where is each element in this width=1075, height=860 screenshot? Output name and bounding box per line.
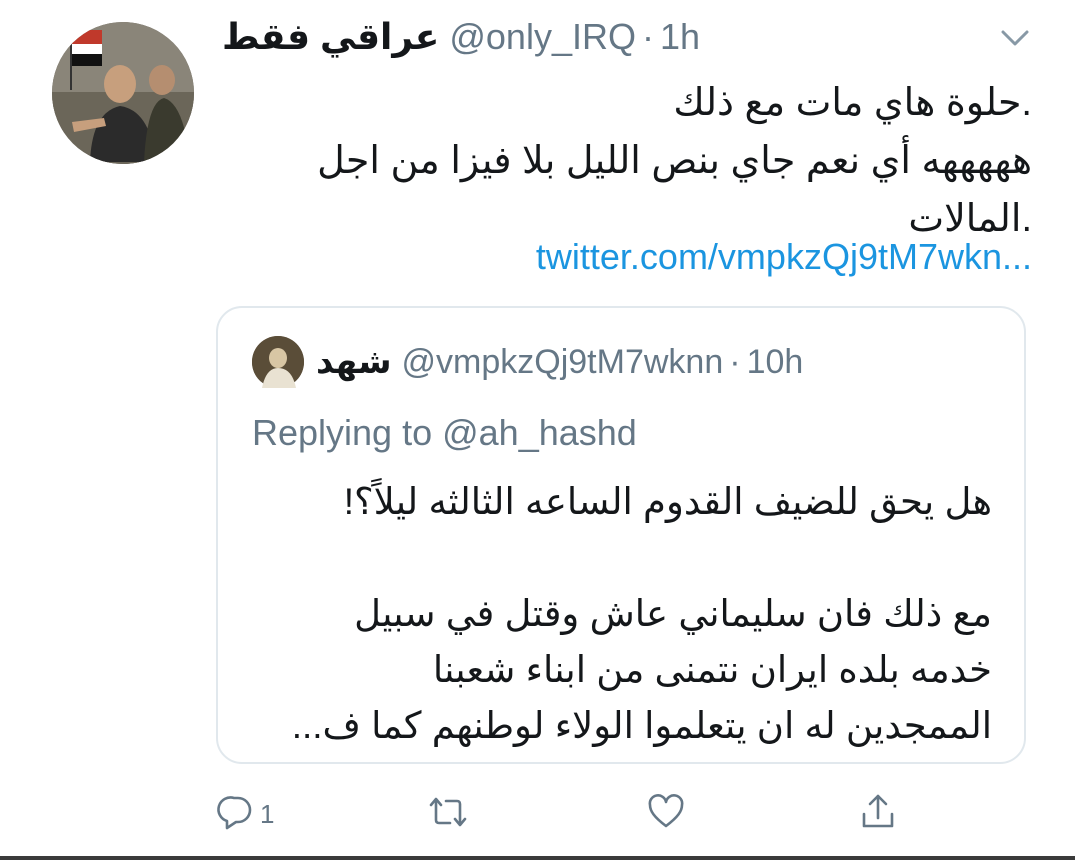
share-button[interactable] [858,786,898,842]
quoted-text-line: مع ذلك فان سليماني عاش وقتل في سبيل [354,593,992,634]
reply-button[interactable]: 1 [216,786,274,842]
separator-dot: · [641,16,654,57]
quoted-author-handle[interactable]: @vmpkzQj9tM7wknn [402,343,724,382]
like-button[interactable] [646,786,686,842]
tweet-timestamp[interactable]: 1h [660,16,700,58]
quoted-tweet-header: شهد @vmpkzQj9tM7wknn · 10h [316,336,803,388]
tweet-actions: 1 [216,786,936,842]
divider [0,856,1075,860]
tweet-text-line: هههههه أي نعم جاي بنص الليل بلا فيزا من … [317,140,1032,182]
replying-to-label: Replying to @ah_hashd [252,412,637,453]
tweet[interactable]: عراقي فقط @only_IRQ · 1h .حلوة هاي مات م… [0,0,1075,860]
chevron-down-icon[interactable] [999,26,1031,50]
quoted-text-line: الممجدين له ان يتعلموا الولاء لوطنهم كما… [291,705,992,746]
author-display-name[interactable]: عراقي فقط [222,16,439,58]
separator-dot: · [729,342,741,381]
tweet-text-line: .حلوة هاي مات مع ذلك [673,82,1032,124]
tweet-link[interactable]: twitter.com/vmpkzQj9tM7wkn... [222,228,1032,286]
heart-icon [646,792,686,837]
retweet-icon [428,792,468,837]
quoted-author-avatar[interactable] [252,336,304,388]
quoted-tweet-timestamp: 10h [746,342,804,381]
quoted-author-display-name[interactable]: شهد [316,342,392,382]
quoted-tweet-text: هل يحق للضيف القدوم الساعه الثالثه ليلاً… [252,474,992,754]
quoted-text-line: هل يحق للضيف القدوم الساعه الثالثه ليلاً… [343,481,992,522]
author-handle[interactable]: @only_IRQ [449,16,636,58]
reply-count: 1 [260,798,275,829]
reply-icon [216,792,256,837]
quoted-tweet[interactable]: شهد @vmpkzQj9tM7wknn · 10h Replying to @… [216,306,1026,764]
author-avatar[interactable] [52,22,194,164]
tweet-text: .حلوة هاي مات مع ذلك هههههه أي نعم جاي ب… [222,74,1032,248]
retweet-button[interactable] [428,786,468,842]
tweet-header: عراقي فقط @only_IRQ · 1h [222,12,700,62]
quoted-text-line: خدمه بلده ايران نتمنى من ابناء شعبنا [432,649,992,690]
share-icon [858,792,898,837]
